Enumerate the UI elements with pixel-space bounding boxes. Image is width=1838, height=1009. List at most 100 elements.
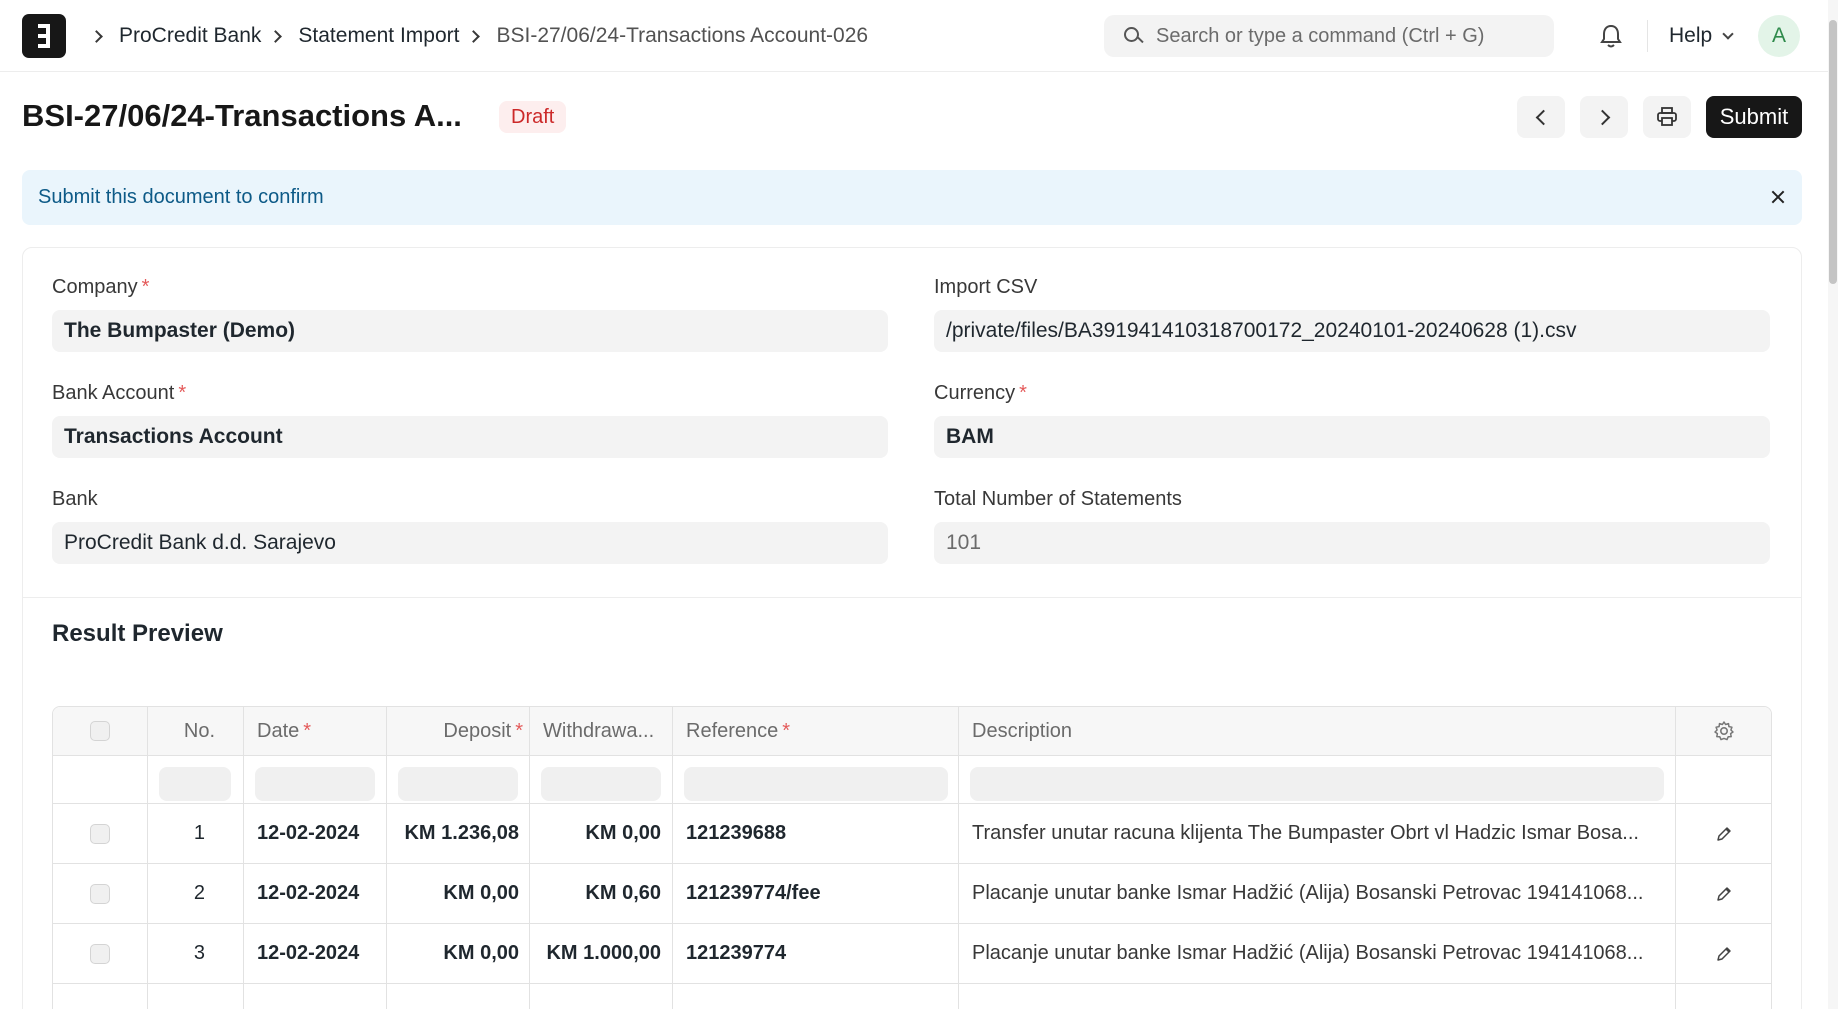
row-description[interactable]: Placanje unutar banke Ismar Hadžić (Alij… — [972, 924, 1662, 983]
table-row[interactable]: 3 12-02-2024 KM 0,00 KM 1.000,00 1212397… — [53, 924, 1771, 984]
column-header-description[interactable]: Description — [972, 707, 1572, 755]
navbar: ProCredit Bank Statement Import BSI-27/0… — [0, 0, 1828, 72]
chevron-left-icon — [1535, 109, 1551, 125]
bank-label: Bank — [52, 488, 98, 510]
row-withdrawal[interactable]: KM 1.000,00 — [523, 924, 661, 983]
alert-message: Submit this document to confirm — [38, 186, 324, 208]
select-all-checkbox[interactable] — [90, 721, 110, 741]
breadcrumb-current-doc[interactable]: BSI-27/06/24-Transactions Account-026 — [496, 24, 868, 48]
close-icon[interactable] — [1768, 187, 1788, 207]
notification-bell-icon[interactable] — [1599, 23, 1623, 49]
currency-field[interactable]: BAM — [934, 416, 1770, 458]
row-deposit[interactable]: KM 0,00 — [343, 864, 519, 923]
column-divider — [147, 707, 148, 1009]
column-divider — [672, 707, 673, 1009]
chevron-right-icon — [269, 29, 283, 43]
row-deposit[interactable]: KM 0,00 — [343, 924, 519, 983]
column-header-reference[interactable]: Reference * — [686, 707, 946, 755]
search-icon — [1124, 27, 1144, 45]
bank-account-label: Bank Account * — [52, 382, 187, 404]
row-checkbox[interactable] — [90, 883, 110, 904]
page-scrollbar-thumb[interactable] — [1829, 20, 1837, 284]
breadcrumb: ProCredit Bank Statement Import BSI-27/0… — [82, 0, 868, 72]
table-row[interactable]: 2 12-02-2024 KM 0,00 KM 0,60 121239774/f… — [53, 864, 1771, 924]
page-title: BSI-27/06/24-Transactions A... — [22, 98, 462, 133]
currency-label: Currency * — [934, 382, 1027, 404]
filter-reference-input[interactable] — [684, 767, 948, 801]
avatar[interactable]: A — [1758, 15, 1800, 57]
table-row[interactable]: 1 12-02-2024 KM 1.236,08 KM 0,00 1212396… — [53, 804, 1771, 864]
edit-pencil-icon[interactable] — [1715, 945, 1733, 963]
row-no: 3 — [193, 942, 205, 964]
header-select-cell — [53, 707, 147, 755]
column-header-deposit[interactable]: Deposit * — [383, 707, 523, 755]
filter-deposit-input[interactable] — [398, 767, 518, 801]
app-logo-icon[interactable] — [22, 14, 66, 58]
next-doc-button[interactable] — [1580, 96, 1628, 138]
row-description[interactable]: Transfer unutar racuna klijenta The Bump… — [972, 804, 1662, 863]
printer-icon — [1657, 107, 1677, 126]
submit-button[interactable]: Submit — [1706, 96, 1802, 138]
table-header: No. Date * Deposit * Withdrawa... Referenc… — [53, 707, 1771, 756]
column-header-no: No. — [183, 719, 215, 742]
breadcrumb-procredit-bank[interactable]: ProCredit Bank — [119, 24, 261, 48]
gear-icon[interactable] — [1713, 720, 1735, 742]
row-checkbox[interactable] — [90, 823, 110, 844]
column-header-withdrawal[interactable]: Withdrawa... — [543, 707, 673, 755]
import-csv-field[interactable]: /private/files/BA391941410318700172_2024… — [934, 310, 1770, 352]
search-bar[interactable] — [1104, 15, 1554, 57]
row-no: 1 — [193, 822, 205, 844]
total-statements-label: Total Number of Statements — [934, 488, 1182, 510]
filter-no-input[interactable] — [159, 767, 231, 801]
result-preview-table: No. Date * Deposit * Withdrawa... Referenc… — [52, 706, 1772, 1009]
row-edit-cell — [1675, 864, 1771, 923]
row-reference[interactable]: 121239774 — [686, 924, 946, 983]
print-button[interactable] — [1643, 96, 1691, 138]
submit-alert: Submit this document to confirm — [22, 170, 1802, 225]
chevron-right-icon — [467, 29, 481, 43]
column-divider — [529, 707, 530, 1009]
column-divider — [243, 707, 244, 1009]
row-reference[interactable]: 121239688 — [686, 804, 946, 863]
row-reference[interactable]: 121239774/fee — [686, 864, 946, 923]
row-no: 2 — [193, 882, 205, 904]
row-description[interactable]: Placanje unutar banke Ismar Hadžić (Alij… — [972, 864, 1662, 923]
row-edit-cell — [1675, 924, 1771, 983]
filter-date-input[interactable] — [255, 767, 375, 801]
column-header-date[interactable]: Date * — [257, 707, 393, 755]
filter-withdrawal-input[interactable] — [541, 767, 661, 801]
column-divider — [1675, 707, 1676, 1009]
help-dropdown[interactable]: Help — [1669, 24, 1734, 48]
column-divider — [386, 707, 387, 1009]
edit-pencil-icon[interactable] — [1715, 825, 1733, 843]
row-edit-cell — [1675, 804, 1771, 863]
search-input[interactable] — [1156, 24, 1536, 48]
edit-pencil-icon[interactable] — [1715, 885, 1733, 903]
total-statements-field: 101 — [934, 522, 1770, 564]
company-label: Company * — [52, 276, 150, 298]
chevron-right-icon — [1594, 109, 1610, 125]
row-select-cell — [53, 924, 147, 983]
chevron-right-icon — [90, 29, 103, 43]
previous-doc-button[interactable] — [1517, 96, 1565, 138]
column-divider — [958, 707, 959, 1009]
bank-field[interactable]: ProCredit Bank d.d. Sarajevo — [52, 522, 888, 564]
result-preview-title: Result Preview — [52, 620, 223, 647]
breadcrumb-statement-import[interactable]: Statement Import — [298, 24, 459, 48]
row-checkbox[interactable] — [90, 943, 110, 964]
row-withdrawal[interactable]: KM 0,00 — [523, 804, 661, 863]
row-withdrawal[interactable]: KM 0,60 — [523, 864, 661, 923]
section-divider — [22, 597, 1802, 598]
status-badge: Draft — [499, 101, 567, 133]
bank-account-field[interactable]: Transactions Account — [52, 416, 888, 458]
filter-description-input[interactable] — [970, 767, 1664, 801]
chevron-down-icon — [1722, 27, 1734, 40]
navbar-divider — [1647, 20, 1648, 52]
table-filter-row — [53, 756, 1771, 804]
import-csv-label: Import CSV — [934, 276, 1038, 298]
column-settings-cell — [1675, 707, 1771, 755]
row-select-cell — [53, 804, 147, 863]
company-field[interactable]: The Bumpaster (Demo) — [52, 310, 888, 352]
row-deposit[interactable]: KM 1.236,08 — [343, 804, 519, 863]
help-label: Help — [1669, 24, 1713, 47]
